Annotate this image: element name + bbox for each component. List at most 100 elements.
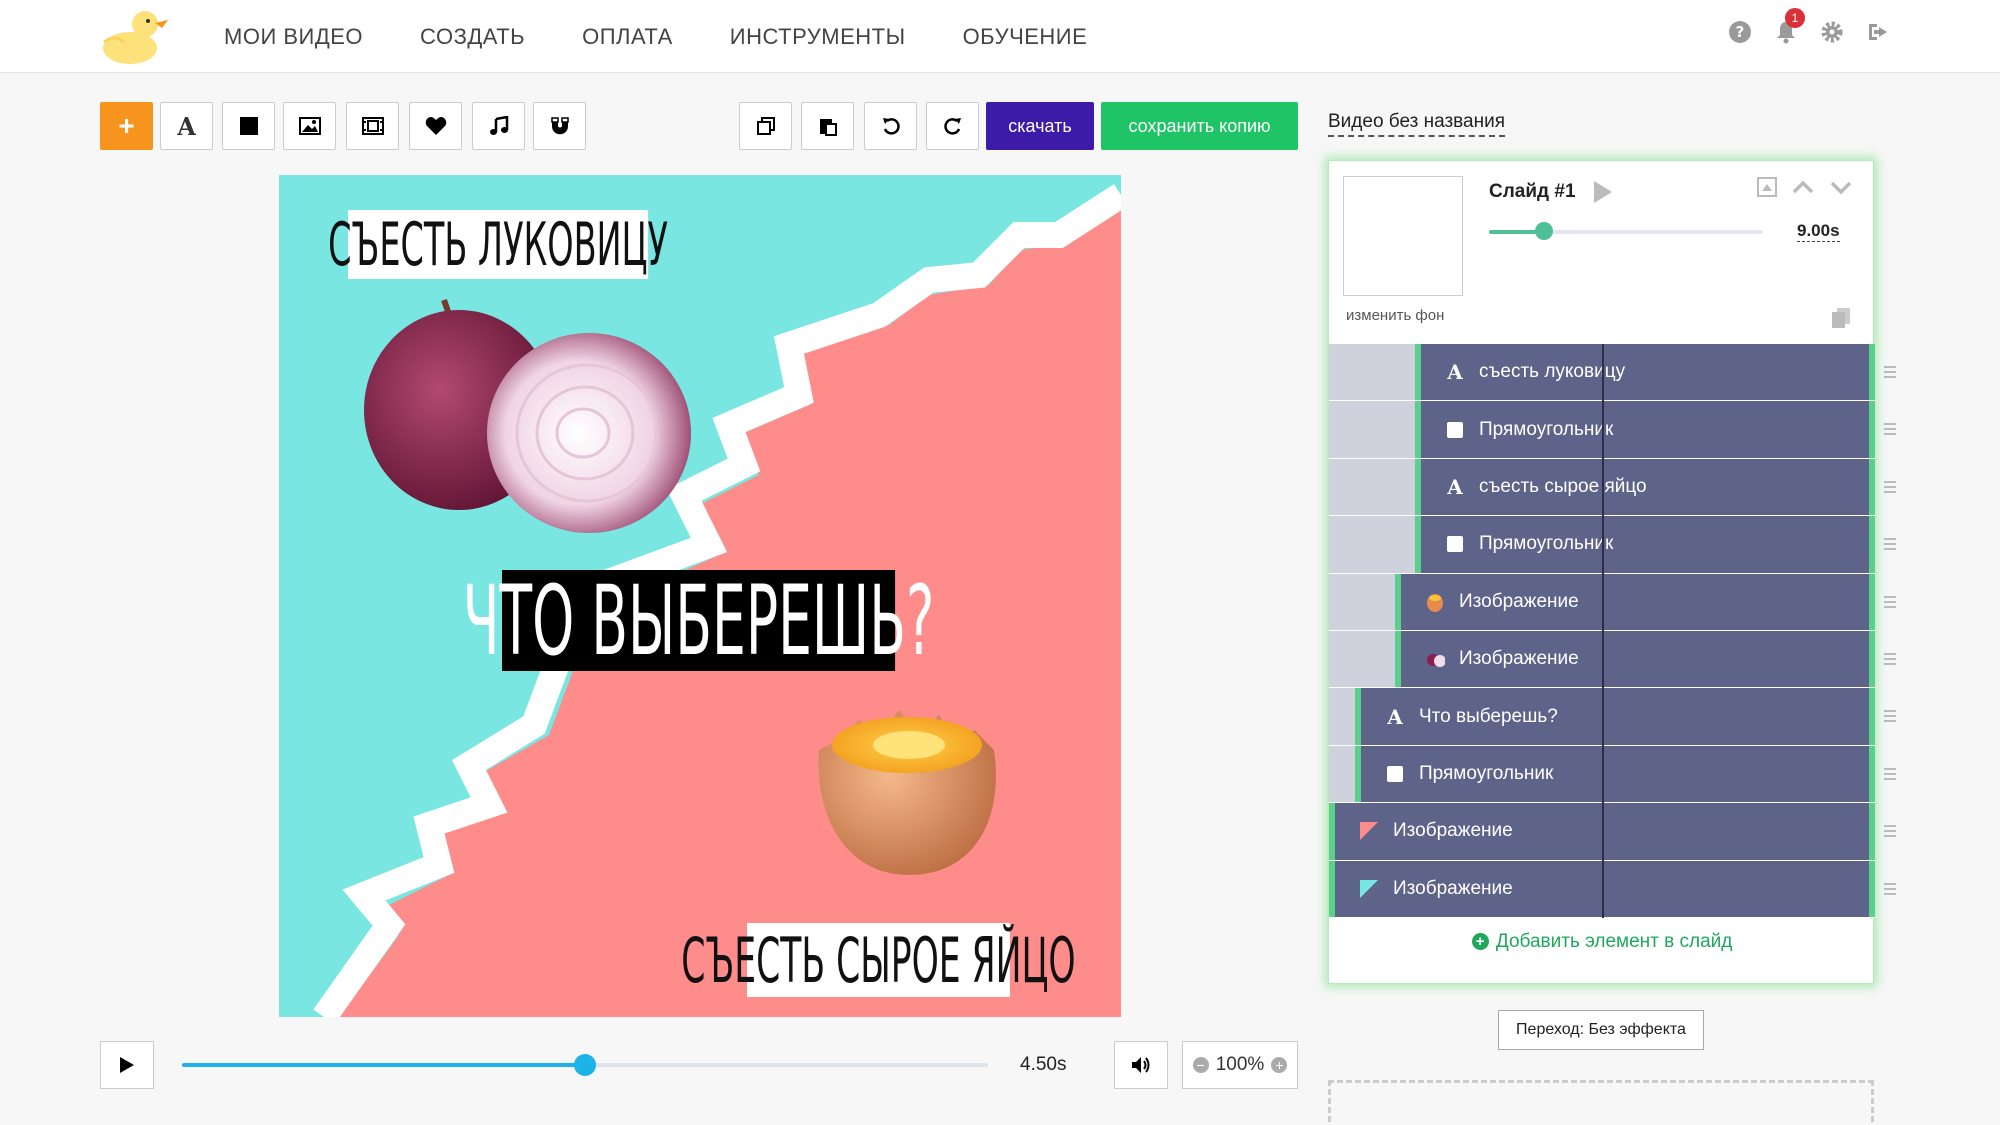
square-icon: [1385, 764, 1405, 784]
paste-button[interactable]: [801, 102, 854, 150]
add-slide-dropzone[interactable]: [1328, 1080, 1874, 1125]
layer-end-handle[interactable]: [1869, 688, 1875, 745]
nav-my-videos[interactable]: Мои видео: [224, 24, 363, 50]
slide-title: Слайд #1: [1489, 181, 1576, 202]
speaker-icon: [1132, 1057, 1150, 1073]
gear-icon[interactable]: [1820, 20, 1844, 44]
layer-end-handle[interactable]: [1869, 458, 1875, 516]
timeline-slider[interactable]: [182, 1054, 988, 1076]
nav-create[interactable]: Создать: [420, 24, 525, 50]
zoom-in-icon[interactable]: +: [1271, 1057, 1288, 1073]
layer-end-handle[interactable]: [1869, 860, 1875, 917]
text-icon: A: [177, 111, 196, 141]
onion-thumb-icon: [1425, 649, 1445, 669]
add-music-button[interactable]: [472, 102, 525, 150]
drag-handle-icon[interactable]: [1884, 595, 1896, 608]
egg-image[interactable]: [809, 690, 1009, 880]
slide-canvas[interactable]: Съесть луковицу Что выберешь? Съесть сыр…: [279, 175, 1121, 1017]
redo-icon: [943, 118, 961, 135]
undo-icon: [882, 118, 900, 135]
magnet-button[interactable]: [533, 102, 586, 150]
slide-duration[interactable]: 9.00s: [1797, 221, 1840, 242]
nav-tools[interactable]: Инструменты: [730, 24, 906, 50]
logout-icon[interactable]: [1866, 20, 1890, 44]
layer-bar[interactable]: Прямоугольник: [1415, 516, 1875, 573]
zoom-value: 100%: [1215, 1054, 1265, 1075]
drag-handle-icon[interactable]: [1884, 366, 1896, 378]
copy-button[interactable]: [739, 102, 792, 150]
play-button[interactable]: [100, 1041, 154, 1089]
slide-duration-slider[interactable]: [1489, 222, 1763, 240]
add-shape-button[interactable]: [222, 102, 275, 150]
layer-end-handle[interactable]: [1869, 344, 1875, 401]
svg-text:A: A: [1386, 707, 1403, 727]
layer-bar[interactable]: Aсъесть сырое яйцо: [1415, 458, 1875, 516]
save-copy-button[interactable]: сохранить копию: [1101, 102, 1298, 150]
layer-label: съесть сырое яйцо: [1479, 475, 1647, 497]
drag-handle-icon[interactable]: [1884, 480, 1896, 493]
nav-payment[interactable]: Оплата: [582, 24, 673, 50]
drag-handle-icon[interactable]: [1884, 767, 1896, 780]
move-down-icon[interactable]: [1830, 177, 1852, 197]
add-button[interactable]: +: [100, 102, 153, 150]
layer-end-handle[interactable]: [1869, 401, 1875, 458]
add-image-button[interactable]: [283, 102, 336, 150]
slide-preview-icon[interactable]: [1757, 177, 1777, 197]
layer-bar[interactable]: Изображение: [1395, 573, 1875, 630]
square-icon: [1445, 420, 1465, 440]
layer-end-handle[interactable]: [1869, 573, 1875, 630]
duration-knob[interactable]: [1534, 222, 1553, 240]
egg-thumb-icon: [1425, 592, 1445, 612]
layer-end-handle[interactable]: [1869, 516, 1875, 573]
layer-bar[interactable]: Прямоугольник: [1415, 401, 1875, 458]
layer-end-handle[interactable]: [1869, 745, 1875, 803]
zoom-out-icon[interactable]: −: [1192, 1057, 1209, 1073]
layer-label: Изображение: [1393, 877, 1513, 899]
layer-label: Прямоугольник: [1479, 533, 1614, 555]
onion-image[interactable]: [359, 295, 699, 535]
undo-button[interactable]: [864, 102, 917, 150]
heart-icon: [425, 117, 446, 135]
teal-triangle-icon: [1359, 879, 1379, 899]
slide-thumbnail[interactable]: [1343, 176, 1463, 296]
layer-end-handle[interactable]: [1869, 803, 1875, 860]
layer-end-handle[interactable]: [1869, 630, 1875, 688]
header-icons: ? 1: [1728, 8, 1890, 44]
video-title[interactable]: Видео без названия: [1328, 111, 1505, 137]
download-button[interactable]: скачать: [986, 102, 1094, 150]
add-video-button[interactable]: [346, 102, 399, 150]
change-background-link[interactable]: изменить фон: [1346, 307, 1444, 324]
add-sticker-button[interactable]: [409, 102, 462, 150]
transition-button[interactable]: Переход: Без эффекта: [1498, 1010, 1704, 1050]
layer-label: Изображение: [1459, 590, 1579, 612]
caption-bottom[interactable]: Съесть сырое яйцо: [681, 923, 1076, 997]
slide-play-icon[interactable]: [1594, 181, 1612, 203]
layer-bar[interactable]: Изображение: [1395, 630, 1875, 688]
volume-button[interactable]: [1114, 1041, 1168, 1089]
drag-handle-icon[interactable]: [1884, 825, 1896, 838]
layer-label: Изображение: [1393, 820, 1513, 842]
duck-logo-icon[interactable]: [100, 6, 170, 66]
layer-bar[interactable]: Aсъесть луковицу: [1415, 344, 1875, 401]
caption-top[interactable]: Съесть луковицу: [328, 210, 668, 280]
timeline-knob[interactable]: [574, 1054, 596, 1076]
layer-bar[interactable]: Прямоугольник: [1355, 745, 1875, 803]
drag-handle-icon[interactable]: [1884, 882, 1896, 895]
nav-learning[interactable]: Обучение: [963, 24, 1088, 50]
drag-handle-icon[interactable]: [1884, 423, 1896, 436]
timeline-progress: [182, 1063, 585, 1067]
add-text-button[interactable]: A: [160, 102, 213, 150]
layer-bar[interactable]: A Что выберешь?: [1355, 688, 1875, 745]
redo-button[interactable]: [926, 102, 979, 150]
notifications-button[interactable]: 1: [1774, 8, 1805, 44]
caption-middle[interactable]: Что выберешь?: [463, 565, 935, 677]
drag-handle-icon[interactable]: [1884, 538, 1896, 551]
help-icon[interactable]: ?: [1728, 20, 1752, 44]
drag-handle-icon[interactable]: [1884, 710, 1896, 723]
add-element-button[interactable]: + Добавить элемент в слайд: [1329, 931, 1875, 953]
duplicate-slide-icon[interactable]: [1831, 307, 1851, 329]
layer-label: Прямоугольник: [1479, 418, 1614, 440]
add-element-label: Добавить элемент в слайд: [1495, 931, 1733, 952]
drag-handle-icon[interactable]: [1884, 652, 1896, 665]
move-up-icon[interactable]: [1792, 177, 1814, 197]
